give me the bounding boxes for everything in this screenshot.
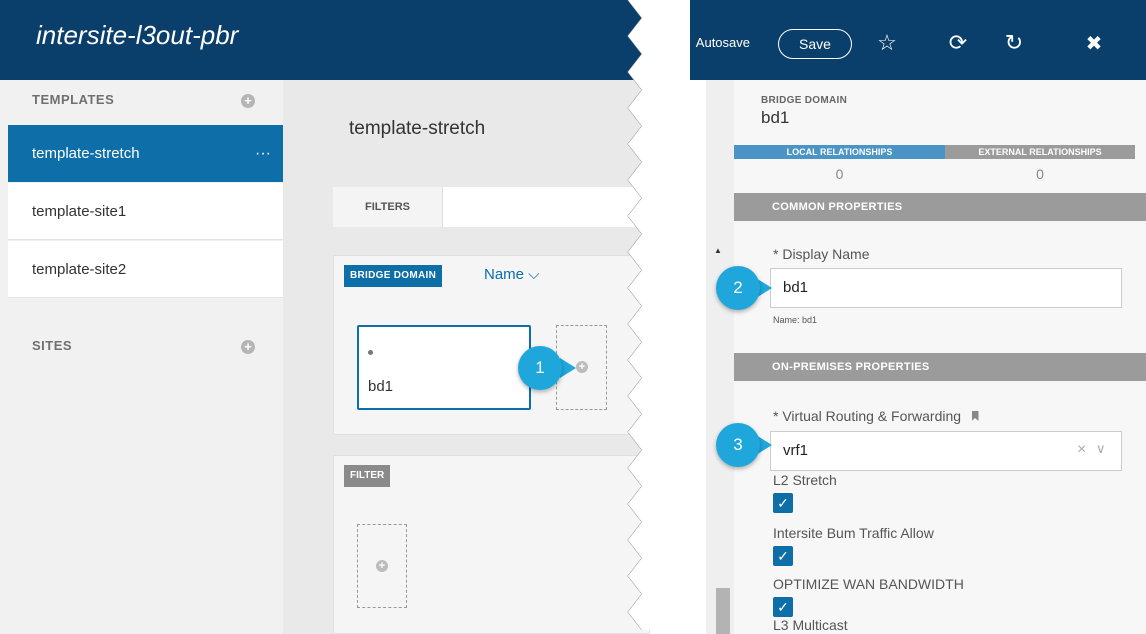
bridge-domain-card[interactable] [357, 325, 531, 410]
display-name-field[interactable]: bd1 [770, 268, 1122, 308]
tab-local-relationships[interactable]: LOCAL RELATIONSHIPS [734, 145, 945, 159]
scroll-up-arrow-icon[interactable]: ▲ [714, 246, 722, 255]
close-icon[interactable]: ✖ [1080, 31, 1108, 56]
scrollbar-thumb[interactable] [716, 588, 730, 634]
sidebar-item-label: template-site2 [32, 261, 127, 278]
clear-icon[interactable]: × [1077, 441, 1086, 459]
history-icon[interactable]: ⟳ [944, 30, 972, 56]
template-name: template-stretch [349, 118, 486, 139]
sidebar-item-template-stretch[interactable]: template-stretch ··· [8, 125, 283, 182]
scrollbar[interactable] [706, 80, 734, 634]
callout-badge-1: 1 [518, 346, 562, 390]
object-type-label: BRIDGE DOMAIN [761, 95, 848, 106]
l3-multicast-label: L3 Multicast [773, 617, 848, 633]
more-options-icon[interactable]: ··· [255, 125, 271, 182]
app-title: intersite-l3out-pbr [36, 20, 239, 50]
filters-label[interactable]: FILTERS [333, 187, 443, 227]
sidebar-item-template-site2[interactable]: template-site2 [8, 241, 283, 298]
panel-gutter [690, 80, 706, 634]
l2-stretch-checkbox[interactable]: ✓ [773, 493, 793, 513]
favorite-star-icon[interactable]: ☆ [873, 30, 901, 56]
object-title: bd1 [761, 108, 790, 127]
bookmark-icon [971, 411, 979, 421]
add-icon: + [376, 560, 388, 572]
save-button[interactable]: Save [778, 29, 852, 59]
add-template-icon[interactable]: + [241, 94, 255, 108]
sidebar-item-label: template-site1 [32, 203, 127, 220]
refresh-icon[interactable]: ↻ [1000, 30, 1028, 56]
on-premises-properties-header: ON-PREMISES PROPERTIES [734, 353, 1146, 381]
vrf-select[interactable]: vrf1 [770, 431, 1122, 471]
details-header [690, 0, 1146, 80]
templates-heading: TEMPLATES [32, 92, 115, 107]
vrf-select-value: vrf1 [783, 442, 809, 459]
bridge-domain-tag: BRIDGE DOMAIN [344, 265, 443, 287]
filter-tag: FILTER [344, 465, 391, 487]
status-dot-icon [368, 350, 373, 355]
sort-dropdown[interactable]: Name ⌵ [484, 266, 540, 283]
sidebar-item-template-site1[interactable]: template-site1 [8, 183, 283, 240]
tab-external-relationships[interactable]: EXTERNAL RELATIONSHIPS [945, 145, 1135, 159]
callout-pointer [560, 358, 576, 378]
intersite-bum-checkbox[interactable]: ✓ [773, 546, 793, 566]
intersite-bum-label: Intersite Bum Traffic Allow [773, 525, 934, 541]
common-properties-header: COMMON PROPERTIES [734, 193, 1146, 221]
l2-stretch-label: L2 Stretch [773, 472, 837, 488]
add-site-icon[interactable]: + [241, 340, 255, 354]
external-relationships-count: 0 [1036, 166, 1044, 182]
name-hint: Name: bd1 [773, 315, 818, 325]
chevron-down-icon[interactable]: ∨ [1096, 441, 1106, 457]
bridge-domain-card-label: bd1 [368, 378, 394, 395]
optimize-wan-label: OPTIMIZE WAN BANDWIDTH [773, 576, 964, 592]
autosave-label: Autosave [695, 35, 750, 50]
local-relationships-count: 0 [835, 166, 844, 182]
vrf-label: * Virtual Routing & Forwarding [773, 408, 962, 424]
vrf-label-row: * Virtual Routing & Forwarding [773, 408, 979, 426]
sites-heading: SITES [32, 338, 73, 353]
add-icon: + [576, 361, 588, 373]
sidebar-item-label: template-stretch [32, 145, 140, 162]
display-name-label: * Display Name [773, 246, 870, 262]
callout-badge-3: 3 [716, 423, 760, 467]
callout-badge-2: 2 [716, 266, 760, 310]
optimize-wan-checkbox[interactable]: ✓ [773, 597, 793, 617]
